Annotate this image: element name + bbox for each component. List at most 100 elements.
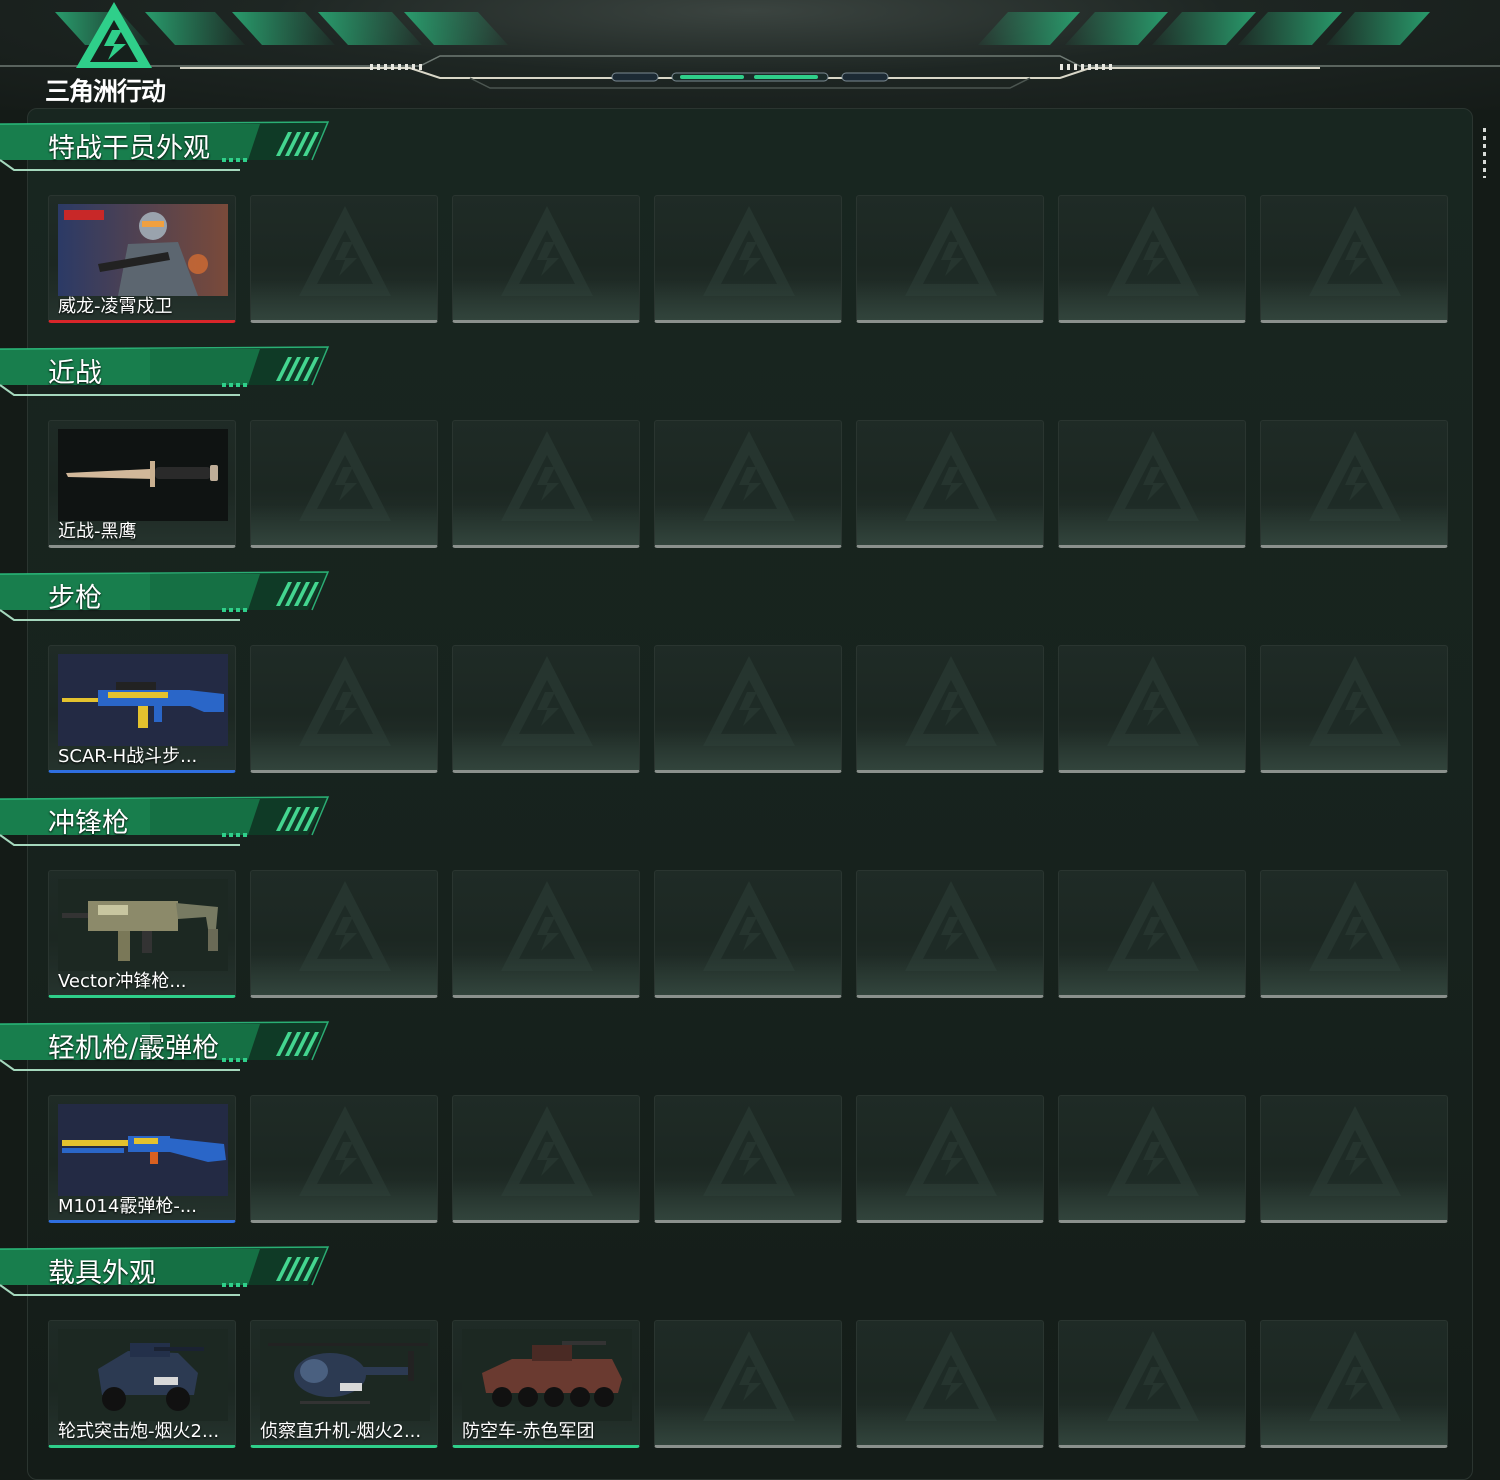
item-name: 防空车-赤色军团 [462, 1421, 595, 1442]
slot-shade [1261, 955, 1447, 995]
slot-shade [1261, 730, 1447, 770]
collection-item-card[interactable]: 轮式突击炮-烟火2... [48, 1320, 236, 1448]
empty-slot [1260, 870, 1448, 998]
empty-slot [1260, 645, 1448, 773]
item-name: 轮式突击炮-烟火2... [58, 1421, 220, 1442]
slot-shade [1059, 730, 1245, 770]
collection-item-card[interactable]: 威龙-凌霄戍卫 [48, 195, 236, 323]
collection-item-card[interactable]: Vector冲锋枪... [48, 870, 236, 998]
empty-slot [654, 870, 842, 998]
slot-shade [453, 505, 639, 545]
slot-shade [251, 1180, 437, 1220]
empty-slot [452, 645, 640, 773]
collection-item-card[interactable]: 侦察直升机-烟火2... [250, 1320, 438, 1448]
helicopter-icon [260, 1329, 430, 1421]
empty-slot [856, 420, 1044, 548]
collection-item-card[interactable]: 防空车-赤色军团 [452, 1320, 640, 1448]
item-name: 近战-黑鹰 [58, 521, 137, 542]
empty-slot [452, 1095, 640, 1223]
collection-item-card[interactable]: 近战-黑鹰 [48, 420, 236, 548]
slot-shade [655, 280, 841, 320]
slot-shade [1261, 1405, 1447, 1445]
empty-slot [1260, 195, 1448, 323]
shotgun-icon [58, 1104, 228, 1196]
section-title: 冲锋枪 [48, 808, 129, 839]
aa-vehicle-icon [462, 1329, 632, 1421]
slot-shade [857, 280, 1043, 320]
section-header: 冲锋枪 [0, 795, 340, 855]
game-logo[interactable]: 三角洲行动 [42, 2, 192, 106]
slot-shade [857, 1405, 1043, 1445]
slot-shade [251, 955, 437, 995]
slot-shade [453, 1180, 639, 1220]
empty-slot [654, 420, 842, 548]
scrollbar[interactable] [1483, 128, 1486, 178]
empty-slot [250, 1095, 438, 1223]
knife-icon [58, 429, 228, 521]
empty-slot [1058, 420, 1246, 548]
empty-slot [452, 870, 640, 998]
section-header: 轻机枪/霰弹枪 [0, 1020, 340, 1080]
slot-shade [251, 730, 437, 770]
empty-slot [1260, 420, 1448, 548]
slot-shade [655, 955, 841, 995]
section-title: 特战干员外观 [48, 133, 210, 164]
empty-slot [452, 195, 640, 323]
slot-shade [251, 280, 437, 320]
empty-slot [856, 870, 1044, 998]
slot-shade [1059, 505, 1245, 545]
section-title: 步枪 [48, 583, 102, 614]
empty-slot [1058, 1320, 1246, 1448]
empty-slot [250, 195, 438, 323]
empty-slot [250, 645, 438, 773]
section-header: 近战 [0, 345, 340, 405]
empty-slot [250, 420, 438, 548]
item-name: 威龙-凌霄戍卫 [58, 296, 173, 317]
empty-slot [250, 870, 438, 998]
empty-slot [452, 420, 640, 548]
empty-slot [1058, 645, 1246, 773]
collection-item-card[interactable]: M1014霰弹枪-... [48, 1095, 236, 1223]
section-title: 载具外观 [48, 1258, 156, 1289]
empty-slot [1058, 870, 1246, 998]
delta-logo-icon [76, 2, 152, 68]
slot-shade [857, 730, 1043, 770]
slot-shade [453, 955, 639, 995]
slot-shade [655, 730, 841, 770]
top-header: 三角洲行动 [0, 0, 1500, 110]
slot-shade [1261, 280, 1447, 320]
item-name: M1014霰弹枪-... [58, 1196, 197, 1217]
slot-shade [857, 505, 1043, 545]
collection-item-card[interactable]: SCAR-H战斗步... [48, 645, 236, 773]
logo-text: 三角洲行动 [45, 77, 166, 106]
section-header: 载具外观 [0, 1245, 340, 1305]
item-name: 侦察直升机-烟火2... [260, 1421, 422, 1442]
rifle-icon [58, 654, 228, 746]
empty-slot [1260, 1095, 1448, 1223]
empty-slot [654, 1095, 842, 1223]
section-title: 近战 [48, 358, 102, 389]
slot-shade [857, 1180, 1043, 1220]
slot-shade [655, 1405, 841, 1445]
slot-shade [251, 505, 437, 545]
empty-slot [856, 645, 1044, 773]
slot-shade [453, 280, 639, 320]
slot-shade [453, 730, 639, 770]
slot-shade [655, 505, 841, 545]
smg-icon [58, 879, 228, 971]
operator-portrait-icon [58, 204, 228, 296]
slot-shade [655, 1180, 841, 1220]
item-name: SCAR-H战斗步... [58, 746, 198, 767]
section-header: 步枪 [0, 570, 340, 630]
header-decoration [0, 12, 1500, 89]
empty-slot [654, 195, 842, 323]
slot-shade [1059, 1180, 1245, 1220]
section-title: 轻机枪/霰弹枪 [48, 1033, 220, 1064]
armored-car-icon [58, 1329, 228, 1421]
empty-slot [856, 1320, 1044, 1448]
empty-slot [654, 645, 842, 773]
slot-shade [1059, 280, 1245, 320]
slot-shade [1059, 1405, 1245, 1445]
item-name: Vector冲锋枪... [58, 971, 187, 992]
empty-slot [1260, 1320, 1448, 1448]
